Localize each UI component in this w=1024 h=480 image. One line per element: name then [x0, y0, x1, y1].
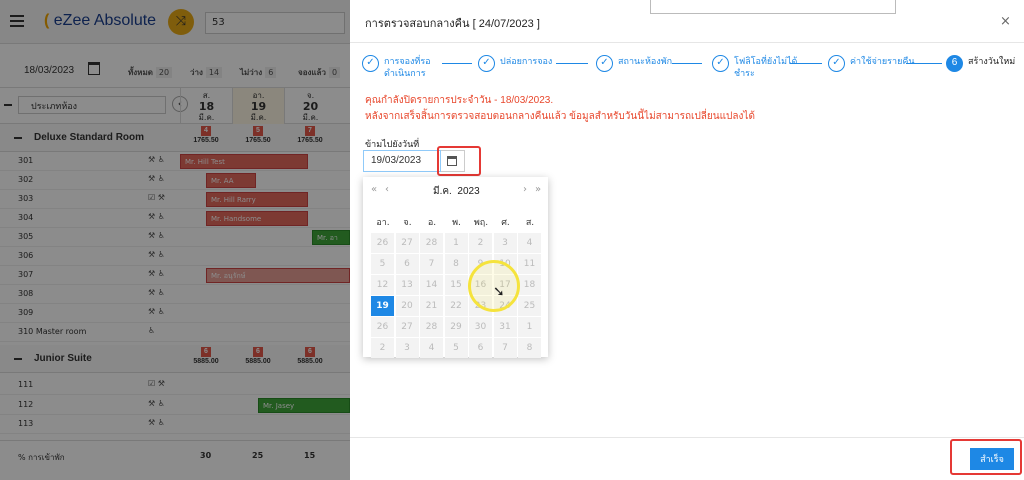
day-cell[interactable]: 31: [493, 317, 517, 337]
highlight-box: [950, 439, 1022, 475]
day-cell[interactable]: 7: [493, 338, 517, 358]
check-icon: ✓: [712, 55, 729, 72]
weekday-label: ส.: [525, 218, 535, 228]
skip-date-input[interactable]: 19/03/2023: [363, 150, 441, 172]
check-icon: ✓: [362, 55, 379, 72]
highlight-box: [437, 146, 481, 176]
day-cell[interactable]: 6: [469, 338, 492, 358]
day-cell-selected[interactable]: 19: [371, 296, 394, 316]
next-year-icon[interactable]: »: [535, 184, 541, 195]
prev-month-icon[interactable]: ‹: [385, 184, 389, 195]
check-icon: ✓: [478, 55, 495, 72]
check-icon: ✓: [596, 55, 613, 72]
check-icon: ✓: [828, 55, 845, 72]
day-cell[interactable]: 7: [420, 254, 443, 274]
modal-overlay[interactable]: [0, 0, 350, 480]
day-cell[interactable]: 4: [518, 233, 541, 253]
day-cell[interactable]: 27: [395, 233, 419, 253]
day-cell[interactable]: 6: [395, 254, 419, 274]
close-icon[interactable]: ×: [1000, 14, 1011, 29]
weekday-label: พฤ.: [473, 218, 489, 228]
day-cell[interactable]: 14: [420, 275, 443, 295]
day-cell[interactable]: 5: [444, 338, 468, 358]
weekday-label: จ.: [403, 218, 412, 228]
divider: [350, 42, 1024, 43]
day-cell[interactable]: 26: [371, 317, 394, 337]
day-cell[interactable]: 25: [518, 296, 541, 316]
weekday-label: พ.: [452, 218, 461, 228]
day-cell[interactable]: 11: [518, 254, 541, 274]
day-cell[interactable]: 30: [469, 317, 492, 337]
day-cell[interactable]: 1: [444, 233, 468, 253]
day-cell[interactable]: 20: [395, 296, 419, 316]
day-cell[interactable]: 12: [371, 275, 394, 295]
day-cell[interactable]: 2: [469, 233, 492, 253]
weekday-label: อ.: [427, 218, 437, 228]
day-cell[interactable]: 13: [395, 275, 419, 295]
day-cell[interactable]: 29: [444, 317, 468, 337]
popup-edge: [650, 0, 896, 14]
weekday-label: อา.: [376, 218, 390, 228]
day-cell[interactable]: 3: [493, 233, 517, 253]
skip-date-label: ข้ามไปยังวันที่: [365, 139, 420, 149]
warning-text: คุณกำลังปิดรายการประจำวัน - 18/03/2023. ห…: [365, 95, 755, 122]
day-cell[interactable]: 27: [395, 317, 419, 337]
day-cell[interactable]: 4: [420, 338, 443, 358]
date-picker: « ‹ มี.ค. 2023 › » อา. จ. อ. พ. พฤ. ศ. ส. 26 27…: [363, 177, 548, 358]
day-cell[interactable]: 22: [444, 296, 468, 316]
day-cell[interactable]: 5: [371, 254, 394, 274]
month-year-label[interactable]: มี.ค. 2023: [433, 184, 480, 199]
night-audit-panel: การตรวจสอบกลางคืน [ 24/07/2023 ] × ✓ การจ…: [350, 0, 1024, 480]
background-app: ( eZee Absolute ⤨ 53 18/03/2023 ทั้งหมด 2…: [0, 0, 350, 480]
step-connector: [672, 63, 702, 64]
day-cell[interactable]: 26: [371, 233, 394, 253]
day-cell[interactable]: 2: [371, 338, 394, 358]
prev-year-icon[interactable]: «: [371, 184, 377, 195]
step-connector: [442, 63, 472, 64]
day-cell[interactable]: 28: [420, 317, 443, 337]
day-cell[interactable]: 1: [518, 317, 541, 337]
next-month-icon[interactable]: ›: [523, 184, 527, 195]
panel-title: การตรวจสอบกลางคืน [ 24/07/2023 ]: [365, 18, 540, 30]
divider: [350, 437, 1024, 438]
weekday-label: ศ.: [501, 218, 510, 228]
step-connector: [790, 63, 822, 64]
day-cell[interactable]: 8: [518, 338, 541, 358]
step-connector: [556, 63, 588, 64]
cursor-icon: ➘: [493, 284, 505, 300]
day-cell[interactable]: 3: [395, 338, 419, 358]
day-cell[interactable]: 28: [420, 233, 443, 253]
step-connector: [906, 63, 942, 64]
day-cell[interactable]: 15: [444, 275, 468, 295]
day-cell[interactable]: 8: [444, 254, 468, 274]
day-cell[interactable]: 18: [518, 275, 541, 295]
day-cell[interactable]: 21: [420, 296, 443, 316]
